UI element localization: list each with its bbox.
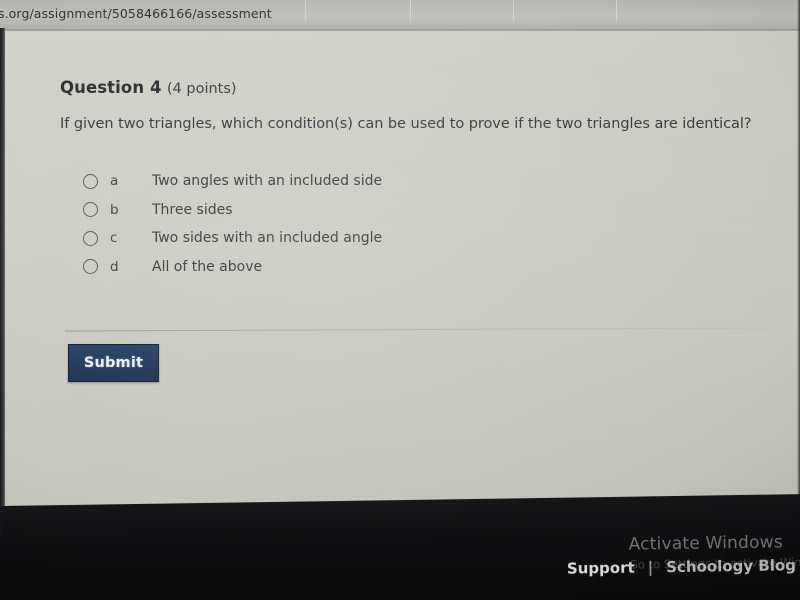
schoology-blog-link[interactable]: Schoology Blog [666, 556, 796, 576]
question-number: Question 4 [60, 78, 162, 97]
option-letter: d [110, 258, 119, 275]
radio-button-icon[interactable] [83, 259, 98, 275]
radio-button-icon[interactable] [83, 202, 98, 218]
option-letter: c [110, 230, 118, 247]
radio-button-icon[interactable] [83, 230, 98, 246]
option-letter: a [110, 173, 119, 190]
answer-option-a[interactable]: a Two angles with an included side [83, 167, 583, 196]
question-prompt: If given two triangles, which condition(… [60, 116, 752, 132]
option-label[interactable]: Three sides [152, 202, 233, 218]
option-label[interactable]: Two angles with an included side [152, 173, 382, 189]
tab-separator [410, 0, 411, 22]
site-footer: Activate Windows Go to Settings to activ… [0, 493, 800, 600]
radio-button-icon[interactable] [83, 173, 98, 189]
assessment-page: Question 4 (4 points) If given two trian… [5, 31, 800, 531]
screen-photo: s.org/assignment/5058466166/assessment Q… [0, 0, 800, 600]
tab-separator [305, 0, 306, 22]
tab-separator [616, 0, 617, 22]
watermark-title: Activate Windows [628, 532, 783, 555]
answer-option-b[interactable]: b Three sides [83, 196, 583, 225]
submit-button[interactable]: Submit [68, 344, 159, 382]
option-label[interactable]: Two sides with an included angle [152, 230, 382, 246]
monitor-left-bezel [0, 28, 5, 540]
support-link[interactable]: Support [567, 559, 635, 578]
option-letter: b [110, 201, 119, 218]
answer-option-c[interactable]: c Two sides with an included angle [83, 224, 583, 253]
option-label[interactable]: All of the above [152, 259, 262, 275]
footer-separator: | [647, 558, 654, 577]
address-bar-url[interactable]: s.org/assignment/5058466166/assessment [0, 6, 272, 21]
question-points: (4 points) [166, 81, 237, 97]
answer-option-d[interactable]: d All of the above [83, 253, 583, 282]
footer-links: Support | Schoology Blog [567, 556, 796, 577]
screen-scanline [5, 435, 800, 436]
answer-options-list: a Two angles with an included side b Thr… [83, 167, 583, 281]
section-divider [65, 327, 785, 332]
question-header: Question 4 (4 points) [60, 78, 237, 97]
browser-chrome: s.org/assignment/5058466166/assessment [0, 0, 800, 31]
tab-separator [513, 0, 514, 22]
submit-button-label: Submit [83, 355, 144, 371]
screen-scanline [5, 33, 800, 34]
